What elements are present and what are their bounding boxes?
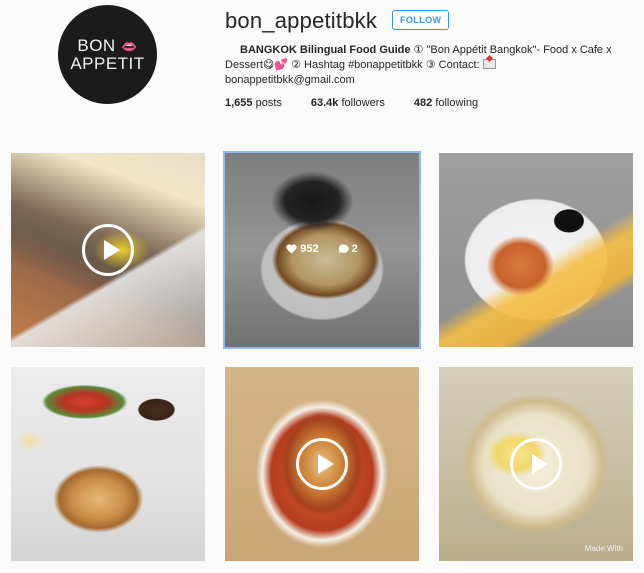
post-tile-5[interactable] [225,367,419,561]
bio-text-2: Dessert😋💕 ② Hashtag #bonappetitbkk ③ Con… [225,59,483,71]
bio-text-1: ① "Bon Appétit Bangkok"- Food x Cafe x [410,44,612,56]
profile-username: bon_appetitbkk [225,8,378,33]
bio-email: bonappetitbkk@gmail.com [225,74,355,86]
follow-button[interactable]: FOLLOW [392,10,450,30]
comments-count: 2 [338,243,358,255]
heart-icon [286,244,297,254]
video-play-icon [296,438,348,490]
mail-icon [482,59,496,69]
watermark-text: Made With [584,544,623,553]
post-tile-3[interactable] [439,153,633,347]
post-tile-2[interactable]: 952 2 [223,151,421,349]
comment-icon [338,244,349,254]
profile-avatar: BON 👄 APPETIT [58,5,157,104]
video-play-icon [82,224,134,276]
bio-name: BANGKOK Bilingual Food Guide [240,44,411,56]
likes-count: 952 [286,243,319,255]
avatar-logo: BON 👄 APPETIT [70,36,145,73]
post-tile-6[interactable]: Made With [439,367,633,561]
hover-stats: 952 2 [225,243,419,255]
profile-bio: BANGKOK Bilingual Food Guide ① "Bon Appé… [225,43,635,88]
post-tile-1[interactable] [11,153,205,347]
video-play-icon [510,438,562,490]
post-tile-4[interactable] [11,367,205,561]
stat-posts[interactable]: 1,655 posts [225,97,282,109]
profile-stats: 1,655 posts 63.4k followers 482 followin… [225,97,507,109]
stat-followers[interactable]: 63.4k followers [311,97,385,109]
stat-following[interactable]: 482 following [414,97,478,109]
